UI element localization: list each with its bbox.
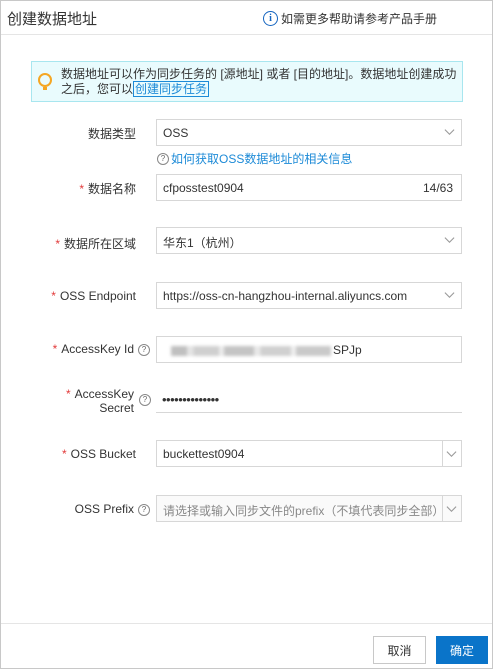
redacted-text — [171, 345, 331, 356]
data-type-select[interactable]: OSS — [156, 119, 462, 146]
access-key-id-label: * AccessKey Id? — [1, 342, 150, 356]
region-label: * 数据所在区域 — [1, 235, 136, 252]
access-key-id-label-text: AccessKey Id — [61, 342, 134, 356]
access-key-id-input[interactable]: SPJp — [156, 336, 462, 363]
help-link[interactable]: i 如需更多帮助请参考产品手册 — [262, 10, 437, 27]
chevron-down-icon — [444, 237, 455, 244]
chevron-down-icon — [446, 506, 457, 513]
confirm-button[interactable]: 确定 — [436, 636, 488, 664]
oss-info-help-text: 如何获取OSS数据地址的相关信息 — [171, 152, 353, 166]
dialog-header: 创建数据地址 i 如需更多帮助请参考产品手册 — [1, 1, 492, 35]
endpoint-label: * OSS Endpoint — [1, 289, 136, 303]
question-circle-icon[interactable]: ? — [138, 503, 150, 516]
region-label-text: 数据所在区域 — [63, 237, 136, 251]
data-type-label-text: 数据类型 — [87, 127, 136, 141]
data-type-value: OSS — [163, 126, 189, 140]
data-name-label: * 数据名称 — [1, 180, 136, 197]
access-key-id-suffix: SPJp — [333, 343, 362, 357]
data-type-label: 数据类型 — [1, 125, 136, 142]
endpoint-value: https://oss-cn-hangzhou-internal.aliyunc… — [163, 289, 408, 303]
access-key-secret-input[interactable]: •••••••••••••• — [156, 390, 462, 413]
required-marker: * — [51, 289, 56, 303]
chevron-down-icon — [446, 451, 457, 458]
prefix-label: OSS Prefix? — [1, 502, 150, 516]
access-key-secret-label-line1: AccessKey — [74, 387, 134, 401]
data-name-label-text: 数据名称 — [87, 182, 136, 196]
cancel-button[interactable]: 取消 — [373, 636, 426, 664]
footer-divider — [1, 623, 492, 624]
prefix-placeholder: 请选择或输入同步文件的prefix（不填代表同步全部） — [163, 504, 445, 518]
info-icon: i — [262, 11, 278, 26]
bucket-label-text: OSS Bucket — [70, 447, 136, 461]
oss-info-help-link[interactable]: ? 如何获取OSS数据地址的相关信息 — [157, 150, 352, 167]
region-select[interactable]: 华东1（杭州） — [156, 227, 462, 254]
bucket-select[interactable]: buckettest0904 — [156, 440, 462, 467]
access-key-secret-value: •••••••••••••• — [162, 392, 219, 407]
tip-banner: 数据地址可以作为同步任务的 [源地址] 或者 [目的地址]。数据地址创建成功之后… — [31, 61, 463, 102]
access-key-secret-label-line2: Secret — [99, 401, 134, 415]
prefix-dropdown-toggle[interactable] — [442, 496, 461, 521]
question-circle-icon[interactable]: ? — [138, 343, 150, 356]
create-data-address-dialog: 创建数据地址 i 如需更多帮助请参考产品手册 数据地址可以作为同步任务的 [源地… — [0, 0, 493, 669]
endpoint-label-text: OSS Endpoint — [59, 289, 136, 303]
required-marker: * — [52, 342, 58, 356]
required-marker: * — [61, 447, 67, 461]
help-text: 如需更多帮助请参考产品手册 — [280, 12, 437, 26]
bucket-value: buckettest0904 — [163, 447, 245, 461]
bucket-label: * OSS Bucket — [1, 447, 136, 461]
endpoint-select[interactable]: https://oss-cn-hangzhou-internal.aliyunc… — [156, 282, 462, 309]
question-circle-icon[interactable]: ? — [139, 394, 151, 406]
create-sync-task-link[interactable]: 创建同步任务 — [133, 81, 210, 97]
tip-text: 数据地址可以作为同步任务的 [源地址] 或者 [目的地址]。数据地址创建成功之后… — [61, 67, 461, 97]
prefix-select[interactable]: 请选择或输入同步文件的prefix（不填代表同步全部） — [156, 495, 462, 522]
access-key-secret-label: * AccessKey Secret — [1, 387, 134, 415]
prefix-label-text: OSS Prefix — [74, 502, 134, 516]
data-name-value: cfposstest0904 — [163, 181, 244, 195]
required-marker: * — [65, 387, 71, 401]
chevron-down-icon — [444, 129, 455, 136]
chevron-down-icon — [444, 292, 455, 299]
dialog-title: 创建数据地址 — [7, 11, 98, 28]
bucket-dropdown-toggle[interactable] — [442, 441, 461, 466]
required-marker: * — [55, 237, 60, 251]
region-value: 华东1（杭州） — [163, 236, 242, 250]
char-counter: 14/63 — [422, 181, 453, 195]
access-key-id-value: SPJp — [171, 343, 362, 357]
question-circle-icon: ? — [157, 152, 169, 165]
lightbulb-icon — [38, 73, 52, 90]
tip-message: 数据地址可以作为同步任务的 [源地址] 或者 [目的地址]。数据地址创建成功之后… — [61, 67, 457, 96]
data-name-input[interactable]: cfposstest0904 14/63 — [156, 174, 462, 201]
required-marker: * — [79, 182, 84, 196]
